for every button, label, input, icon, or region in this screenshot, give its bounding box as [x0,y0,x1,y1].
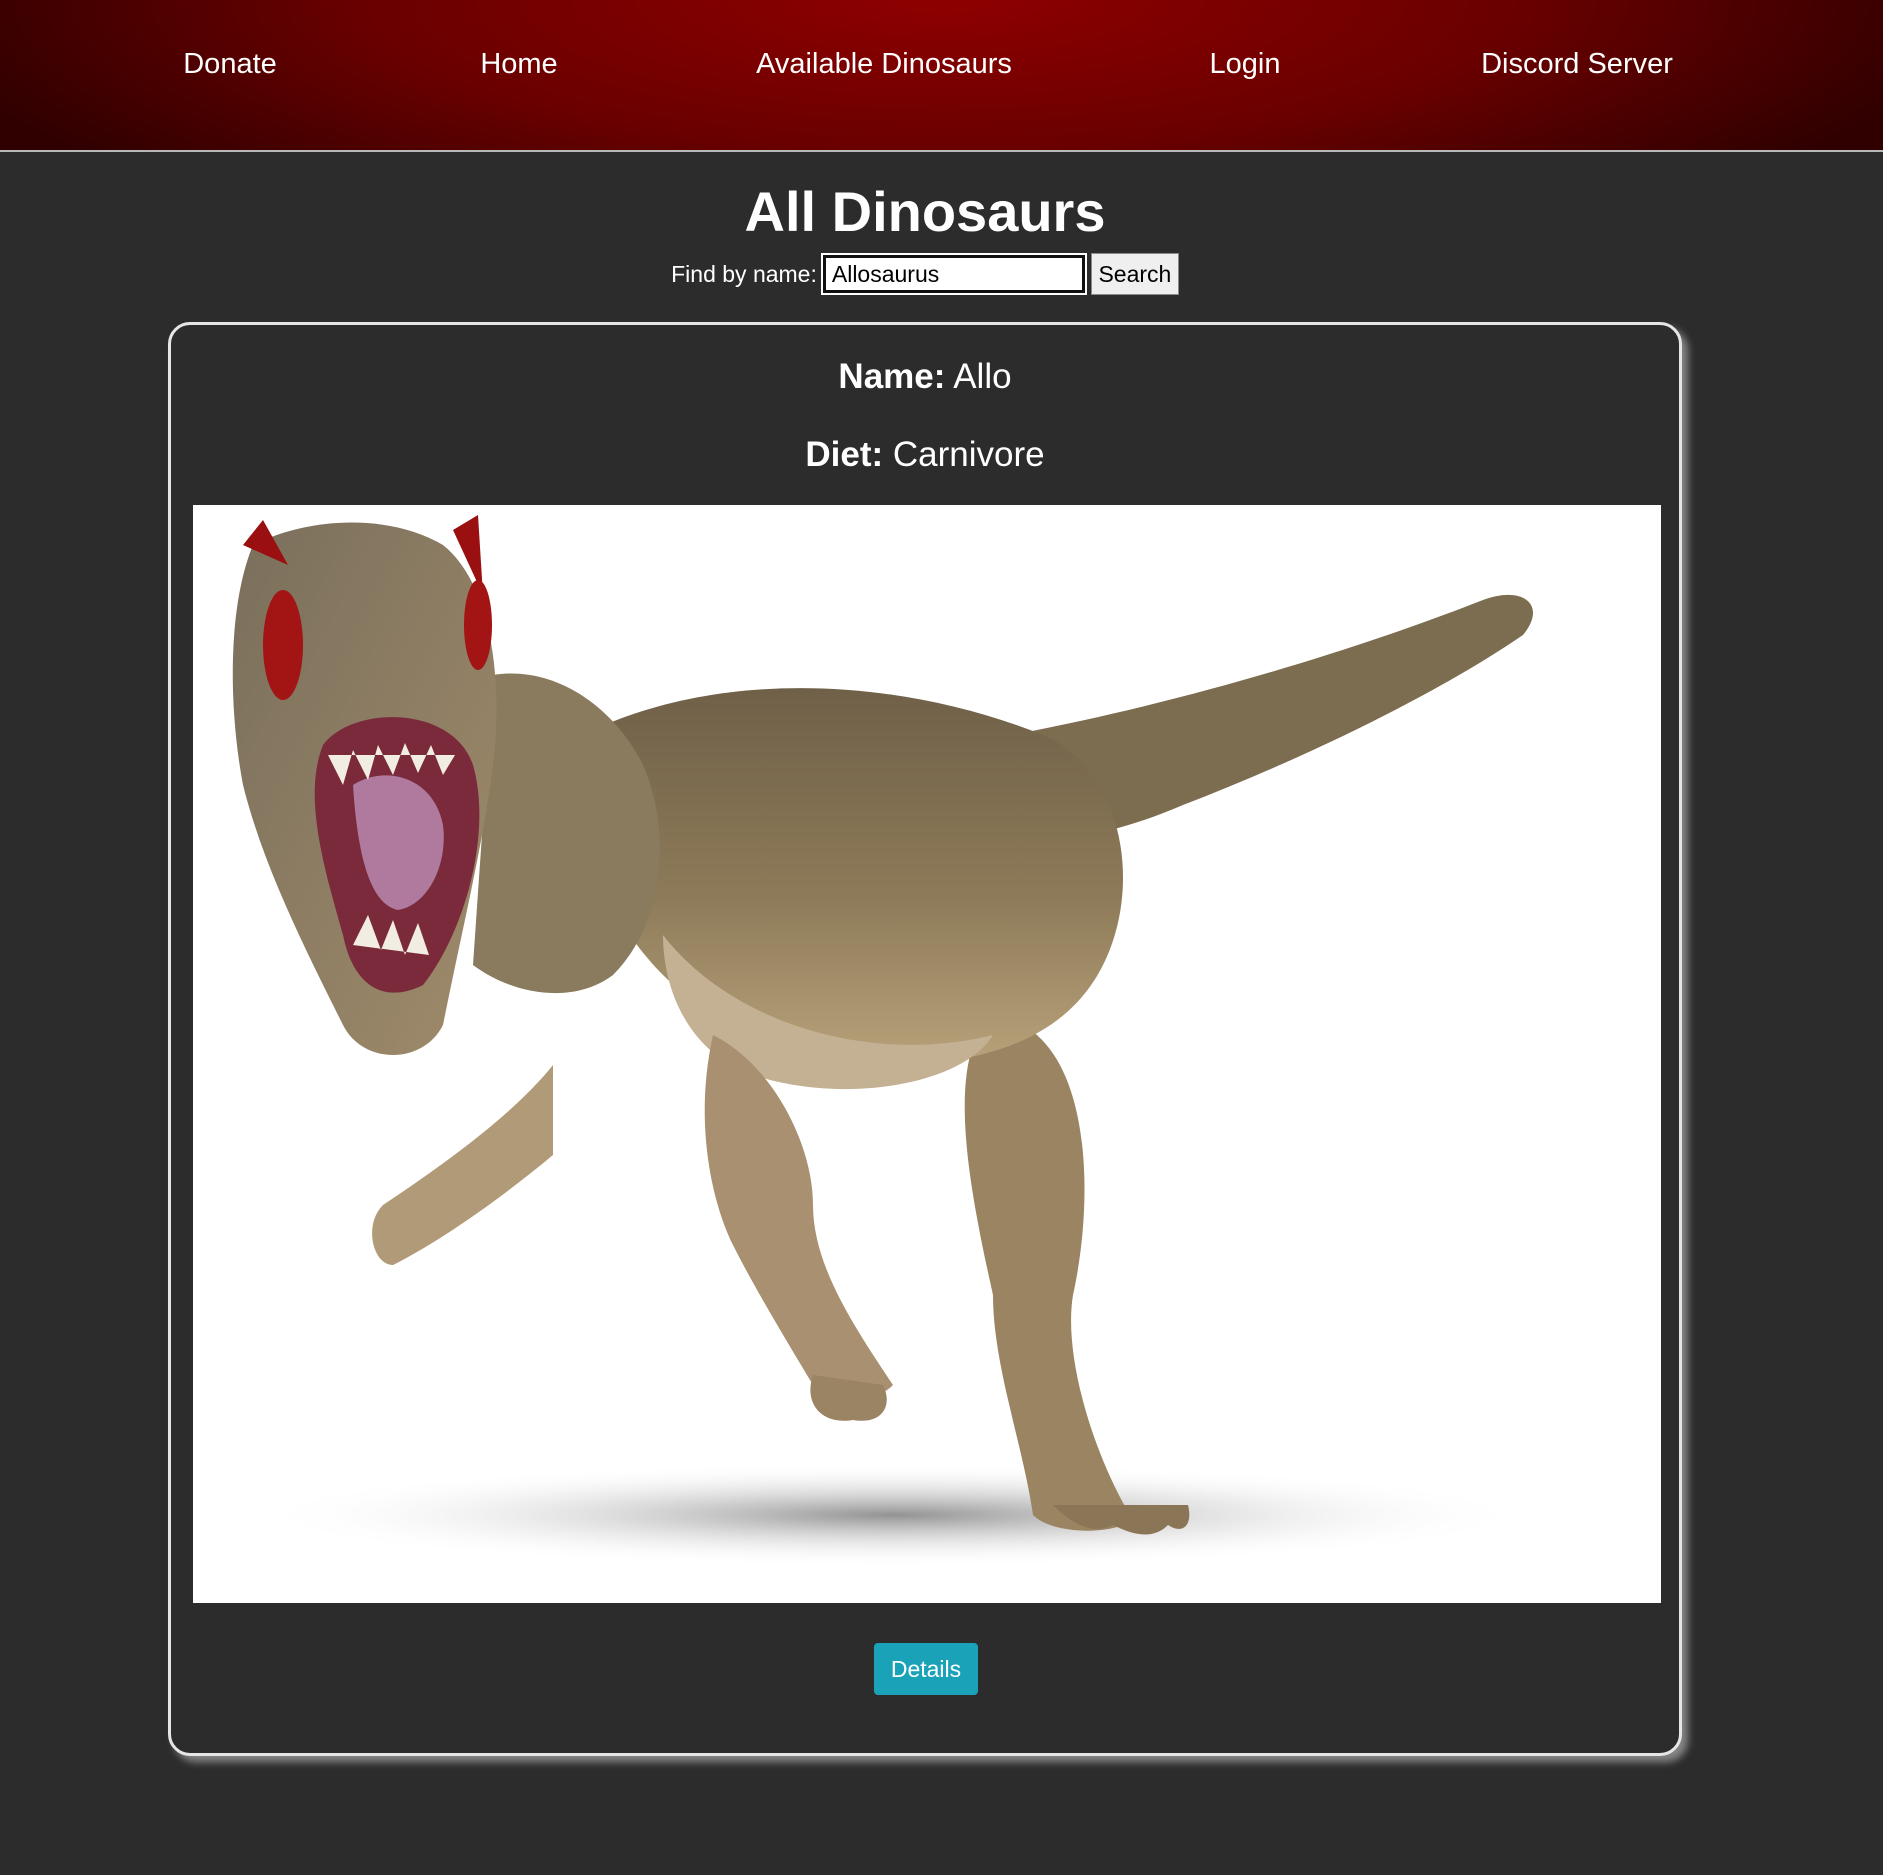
page-title: All Dinosaurs [744,180,1106,243]
details-button[interactable]: Details [874,1643,978,1695]
diet-value: Carnivore [892,435,1045,474]
nav-donate-link[interactable]: Donate [183,44,277,84]
search-label: Find by name: [671,260,817,287]
diet-line: Diet: Carnivore [171,433,1679,477]
dinosaur-card: Name: Allo Diet: Carnivore Details [168,322,1682,1756]
name-line: Name: Allo [171,355,1679,399]
search-input[interactable] [820,253,1087,295]
nav-discord-server-link[interactable]: Discord Server [1481,44,1673,84]
search-form: Find by name: Search [0,252,1850,296]
dinosaur-image [193,505,1661,1603]
name-key: Name: [838,357,946,396]
nav-login-link[interactable]: Login [1210,44,1281,84]
nav-available-dinosaurs-link[interactable]: Available Dinosaurs [756,44,1012,84]
nav-home-link[interactable]: Home [480,44,557,84]
name-value: Allo [953,357,1012,396]
search-button[interactable]: Search [1090,253,1179,295]
allosaurus-illustration [232,515,1534,1567]
diet-key: Diet: [805,435,884,474]
top-navbar: Donate Home Available Dinosaurs Login Di… [0,0,1883,152]
